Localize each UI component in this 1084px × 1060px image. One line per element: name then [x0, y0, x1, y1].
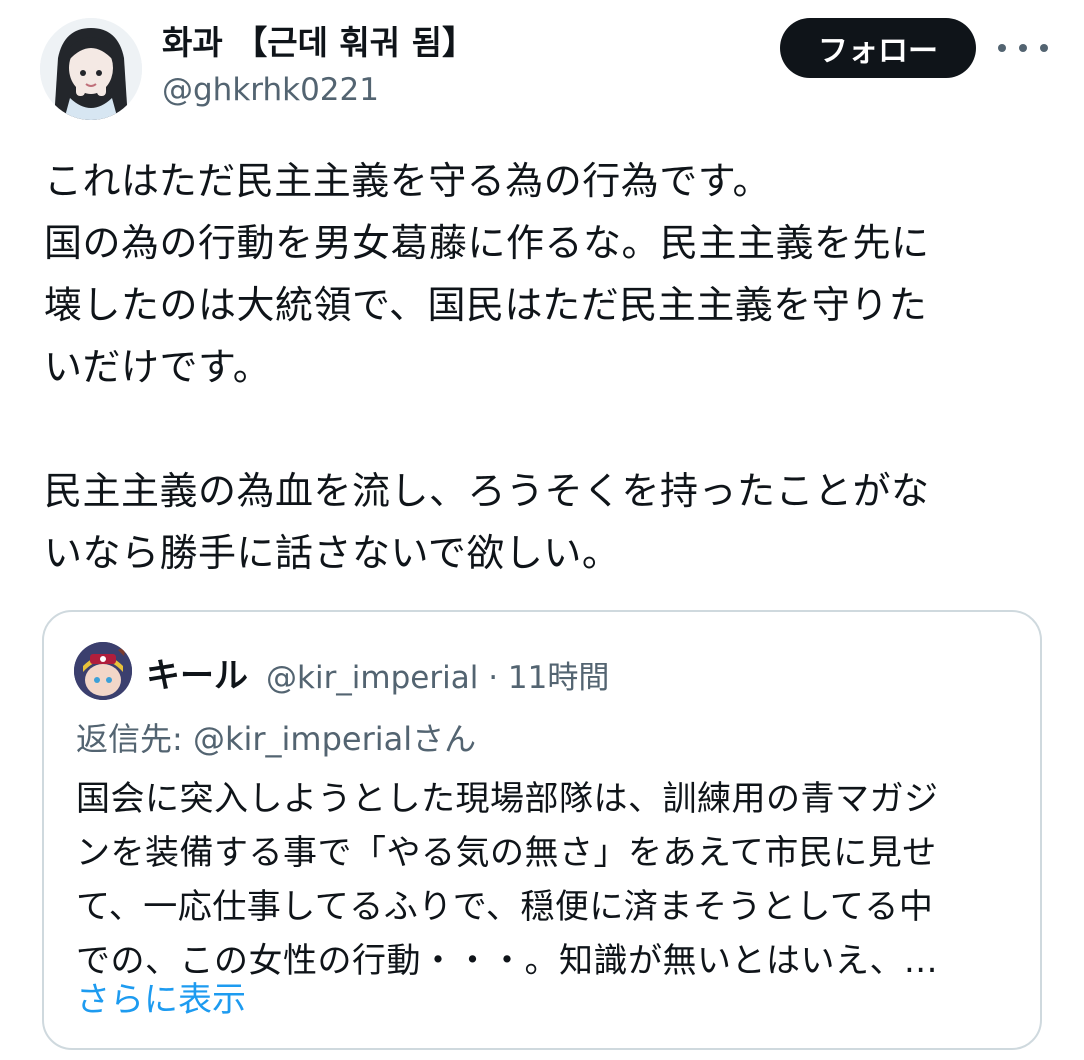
author-display-name[interactable]: 화과 【근데 훠궈 됨】: [162, 16, 475, 64]
quoted-tweet-body: 国会に突入しようとした現場部隊は、訓練用の青マガジ ンを装備する事で「やる気の無…: [76, 779, 939, 981]
tweet-header: 화과 【근데 훠궈 됨】 @ghkrhk0221 フォロー: [0, 0, 1084, 130]
quoted-handle-time: @kir_imperial · 11時間: [266, 660, 610, 696]
quoted-author-avatar[interactable]: [74, 642, 132, 700]
quoted-display-name[interactable]: キール: [146, 648, 248, 697]
author-handle[interactable]: @ghkrhk0221: [162, 72, 379, 108]
avatar-image-icon: [40, 18, 142, 120]
more-dot: [998, 44, 1006, 52]
quoted-avatar-image-icon: [74, 642, 132, 700]
show-more-link[interactable]: さらに表示: [76, 972, 246, 1021]
quoted-reply-to: 返信先: @kir_imperialさん: [76, 720, 477, 758]
more-dot: [1040, 44, 1048, 52]
quoted-tweet-card[interactable]: キール @kir_imperial · 11時間 返信先: @kir_imper…: [42, 610, 1042, 1050]
tweet-body: これはただ民主主義を守る為の行為です。 国の為の行動を男女葛藤に作るな。民主主義…: [44, 159, 930, 575]
more-dot: [1019, 44, 1027, 52]
more-options-icon[interactable]: [998, 30, 1048, 66]
follow-button[interactable]: フォロー: [780, 18, 976, 78]
author-avatar[interactable]: [40, 18, 142, 120]
